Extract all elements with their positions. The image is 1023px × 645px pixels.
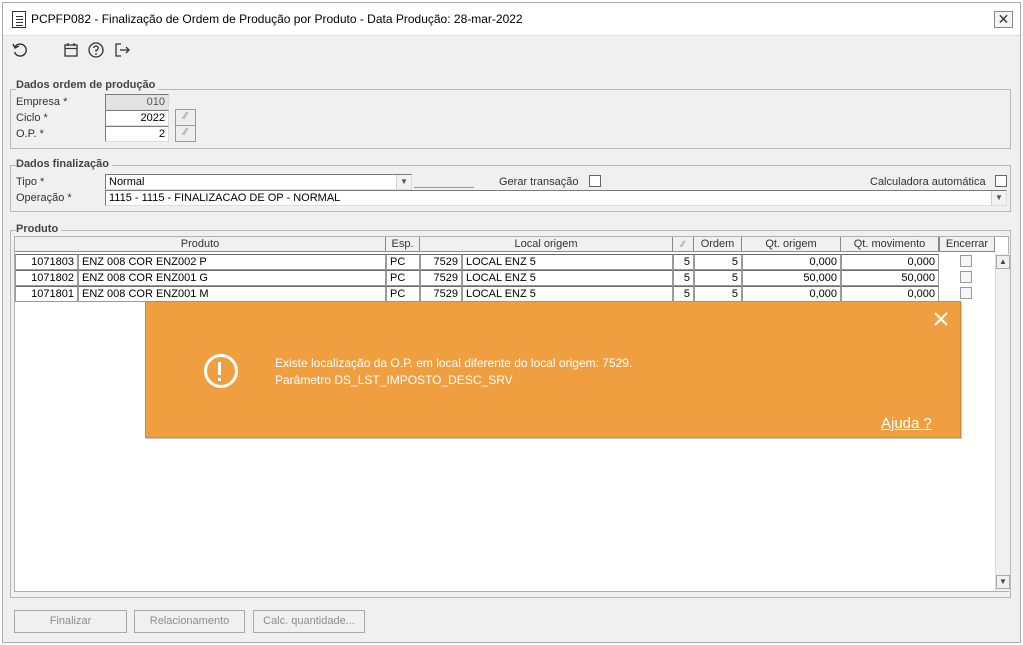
help-icon[interactable] (87, 41, 107, 61)
alert-message: Existe localização da O.P. em local dife… (275, 355, 632, 389)
dados-ordem-title: Dados ordem de produção (16, 79, 159, 91)
column-header-qt-origem[interactable]: Qt. origem (742, 237, 841, 252)
op-label: O.P. * (16, 128, 44, 140)
finalizar-button[interactable]: Finalizar (14, 610, 127, 633)
cell-local-cod[interactable]: 7529 (420, 254, 462, 270)
tipo-select[interactable]: Normal ▼ (105, 174, 412, 190)
cell-qt-origem[interactable]: 50,000 (742, 270, 841, 286)
lookup-icon: ⁄⁄ (681, 239, 685, 249)
cell-ordem[interactable]: 5 (694, 254, 742, 270)
cell-local-nome[interactable]: LOCAL ENZ 5 (462, 286, 673, 302)
cell-qt-origem[interactable]: 0,000 (742, 254, 841, 270)
warning-alert: Existe localização da O.P. em local dife… (145, 301, 961, 438)
dados-finalizacao-title: Dados finalização (16, 158, 112, 170)
column-header-ordem[interactable]: Ordem (694, 237, 742, 252)
alert-message-line1: Existe localização da O.P. em local dife… (275, 356, 633, 370)
relacionamento-button[interactable]: Relacionamento (134, 610, 245, 633)
cell-codigo[interactable]: 1071802 (15, 270, 78, 286)
gerar-transacao-label: Gerar transação (499, 176, 579, 188)
cell-qt-movimento[interactable]: 0,000 (841, 286, 939, 302)
window-title: PCPFP082 - Finalização de Ordem de Produ… (31, 12, 523, 26)
cell-lookup[interactable]: 5 (673, 286, 694, 302)
empresa-label: Empresa * (16, 96, 68, 108)
column-header-qt-movimento[interactable]: Qt. movimento (841, 237, 939, 252)
cell-qt-movimento[interactable]: 0,000 (841, 254, 939, 270)
calendar-icon[interactable] (62, 41, 82, 61)
operacao-select-value: 1115 - 1115 - FINALIZACAO DE OP - NORMAL (109, 192, 341, 204)
close-icon[interactable] (932, 310, 950, 328)
ciclo-field[interactable]: 2022 (105, 110, 169, 126)
cell-local-nome[interactable]: LOCAL ENZ 5 (462, 254, 673, 270)
close-window-button[interactable]: ✕ (994, 11, 1013, 28)
column-header-encerrar[interactable]: Encerrar (939, 237, 995, 252)
produto-title: Produto (16, 223, 62, 235)
column-header-lookup[interactable]: ⁄⁄ (673, 237, 694, 252)
cell-ordem[interactable]: 5 (694, 270, 742, 286)
calc-quantidade-button[interactable]: Calc. quantidade... (253, 610, 365, 633)
grid-scrollbar[interactable]: ▲ ▼ (995, 254, 1010, 591)
calculadora-automatica-label: Calculadora automática (870, 176, 986, 188)
toolbar (3, 37, 1020, 63)
op-field[interactable]: 2 (105, 126, 169, 142)
cell-descricao[interactable]: ENZ 008 COR ENZ001 M (78, 286, 386, 302)
operacao-select[interactable]: 1115 - 1115 - FINALIZACAO DE OP - NORMAL… (105, 190, 1007, 206)
cell-local-nome[interactable]: LOCAL ENZ 5 (462, 270, 673, 286)
empresa-field: 010 (105, 94, 169, 110)
refresh-icon[interactable] (11, 41, 31, 61)
help-link[interactable]: Ajuda ? (881, 415, 932, 432)
calculadora-automatica-checkbox[interactable] (995, 175, 1007, 187)
cell-lookup[interactable]: 5 (673, 254, 694, 270)
cell-local-cod[interactable]: 7529 (420, 270, 462, 286)
encerrar-checkbox[interactable] (960, 271, 972, 283)
cell-esp[interactable]: PC (386, 286, 420, 302)
scroll-down-icon[interactable]: ▼ (996, 575, 1010, 589)
cell-descricao[interactable]: ENZ 008 COR ENZ001 G (78, 270, 386, 286)
cell-lookup[interactable]: 5 (673, 270, 694, 286)
tipo-label: Tipo * (16, 176, 45, 188)
column-header-local-origem[interactable]: Local origem (420, 237, 673, 252)
chevron-down-icon: ▼ (396, 175, 411, 189)
scroll-up-icon[interactable]: ▲ (996, 255, 1010, 269)
exclamation-icon (204, 354, 238, 388)
lookup-icon: ⁄⁄ (183, 111, 188, 122)
cell-qt-movimento[interactable]: 50,000 (841, 270, 939, 286)
ciclo-label: Ciclo * (16, 112, 48, 124)
title-bar: PCPFP082 - Finalização de Ordem de Produ… (3, 3, 1020, 36)
operacao-label: Operação * (16, 192, 72, 204)
exit-icon[interactable] (113, 41, 133, 61)
ciclo-lookup-button[interactable]: ⁄⁄ (175, 109, 196, 126)
op-lookup-button[interactable]: ⁄⁄ (175, 125, 196, 142)
encerrar-checkbox[interactable] (960, 287, 972, 299)
encerrar-checkbox[interactable] (960, 255, 972, 267)
separator-line (414, 187, 474, 188)
cell-ordem[interactable]: 5 (694, 286, 742, 302)
tipo-select-value: Normal (109, 176, 145, 188)
cell-descricao[interactable]: ENZ 008 COR ENZ002 P (78, 254, 386, 270)
cell-local-cod[interactable]: 7529 (420, 286, 462, 302)
gerar-transacao-checkbox[interactable] (589, 175, 601, 187)
lookup-icon: ⁄⁄ (183, 127, 188, 138)
cell-codigo[interactable]: 1071801 (15, 286, 78, 302)
cell-qt-origem[interactable]: 0,000 (742, 286, 841, 302)
column-header-produto[interactable]: Produto (15, 237, 386, 252)
document-icon (12, 11, 26, 28)
cell-esp[interactable]: PC (386, 254, 420, 270)
cell-esp[interactable]: PC (386, 270, 420, 286)
cell-codigo[interactable]: 1071803 (15, 254, 78, 270)
alert-message-line2: Parâmetro DS_LST_IMPOSTO_DESC_SRV (275, 373, 513, 387)
column-header-esp[interactable]: Esp. (386, 237, 420, 252)
chevron-down-icon: ▼ (991, 191, 1006, 205)
